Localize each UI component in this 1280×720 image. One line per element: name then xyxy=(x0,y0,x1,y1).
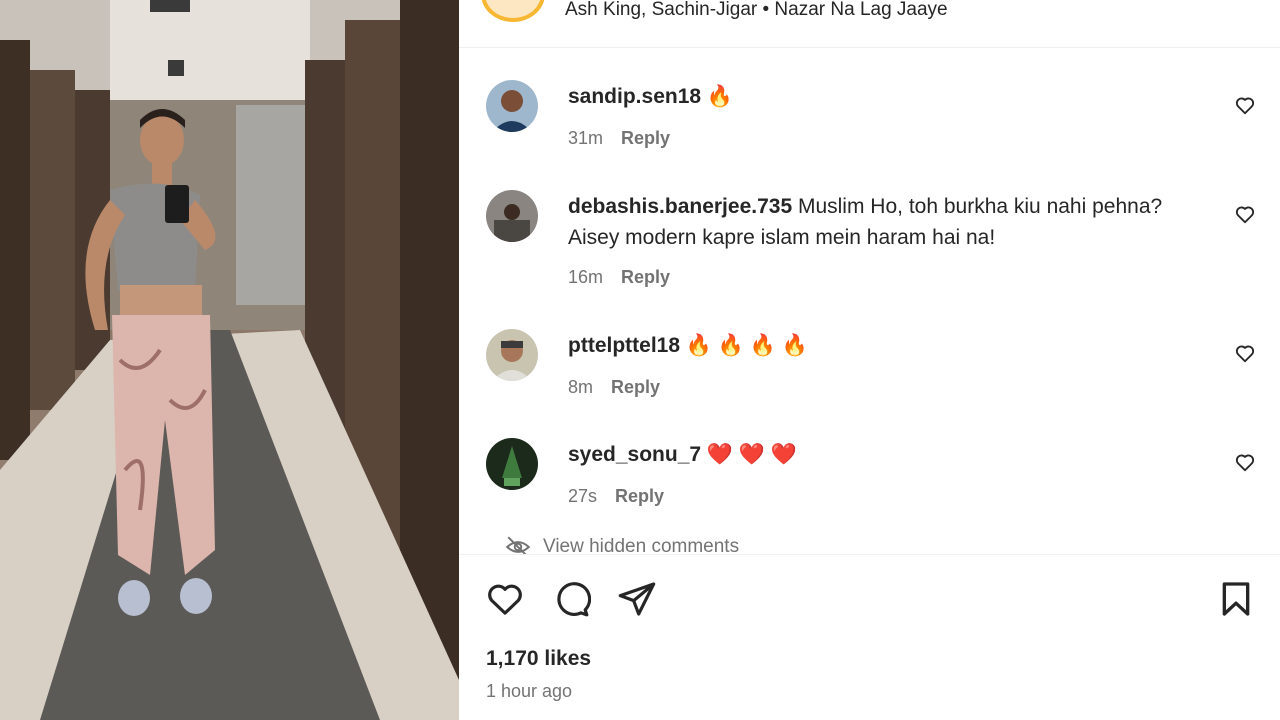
comment-text: debashis.banerjee.735 Muslim Ho, toh bur… xyxy=(568,191,1210,253)
comment-like-icon[interactable] xyxy=(1234,94,1256,116)
comment-text: syed_sonu_7 ❤️ ❤️ ❤️ xyxy=(568,439,1210,470)
likes-count[interactable]: 1,170 likes xyxy=(486,647,591,671)
comment-icon[interactable] xyxy=(551,579,591,619)
avatar[interactable] xyxy=(486,80,538,132)
avatar[interactable] xyxy=(486,438,538,490)
comment-time: 27s xyxy=(568,486,598,506)
music-row: Ash King, Sachin-Jigar • Nazar Na Lag Ja… xyxy=(459,0,1280,48)
comment-username[interactable]: pttelpttel18 xyxy=(568,334,680,357)
comment-content: ❤️ ❤️ ❤️ xyxy=(706,443,798,466)
post-photo[interactable] xyxy=(0,0,459,720)
paper-plane-icon[interactable] xyxy=(617,579,657,619)
comment-meta: 8m Reply xyxy=(568,377,660,398)
reply-button[interactable]: Reply xyxy=(615,486,664,506)
comment-meta: 31m Reply xyxy=(568,128,670,149)
comment-username[interactable]: debashis.banerjee.735 xyxy=(568,195,792,218)
author-avatar[interactable] xyxy=(481,0,545,22)
action-bar: 1,170 likes 1 hour ago xyxy=(459,554,1280,720)
comment-list: sandip.sen18 🔥 31m Reply debashis.banerje… xyxy=(459,49,1280,554)
comment-like-icon[interactable] xyxy=(1234,203,1256,225)
comment-content: 🔥 🔥 🔥 🔥 xyxy=(685,334,808,357)
comment-meta: 16m Reply xyxy=(568,267,670,288)
bookmark-icon[interactable] xyxy=(1216,579,1256,619)
reply-button[interactable]: Reply xyxy=(621,128,670,148)
comment-like-icon[interactable] xyxy=(1234,342,1256,364)
avatar[interactable] xyxy=(486,329,538,381)
view-hidden-comments-label: View hidden comments xyxy=(543,536,740,554)
comment-text: pttelpttel18 🔥 🔥 🔥 🔥 xyxy=(568,330,1210,361)
comment-content: 🔥 xyxy=(706,85,734,108)
comment-time: 16m xyxy=(568,267,604,287)
avatar[interactable] xyxy=(486,190,538,242)
comment-username[interactable]: syed_sonu_7 xyxy=(568,443,701,466)
comment-time: 31m xyxy=(568,128,604,148)
comment-text: sandip.sen18 🔥 xyxy=(568,81,1210,112)
comment-time: 8m xyxy=(568,377,594,397)
comment-meta: 27s Reply xyxy=(568,486,664,507)
eye-off-icon xyxy=(505,536,531,554)
music-info[interactable]: Ash King, Sachin-Jigar • Nazar Na Lag Ja… xyxy=(565,0,948,20)
comment-like-icon[interactable] xyxy=(1234,451,1256,473)
post-detail-panel: Ash King, Sachin-Jigar • Nazar Na Lag Ja… xyxy=(459,0,1280,720)
comment-username[interactable]: sandip.sen18 xyxy=(568,85,701,108)
post-time: 1 hour ago xyxy=(486,681,573,701)
photo-illustration xyxy=(0,0,459,720)
heart-icon[interactable] xyxy=(485,579,525,619)
view-hidden-comments[interactable]: View hidden comments xyxy=(505,534,739,554)
reply-button[interactable]: Reply xyxy=(621,267,670,287)
reply-button[interactable]: Reply xyxy=(611,377,660,397)
